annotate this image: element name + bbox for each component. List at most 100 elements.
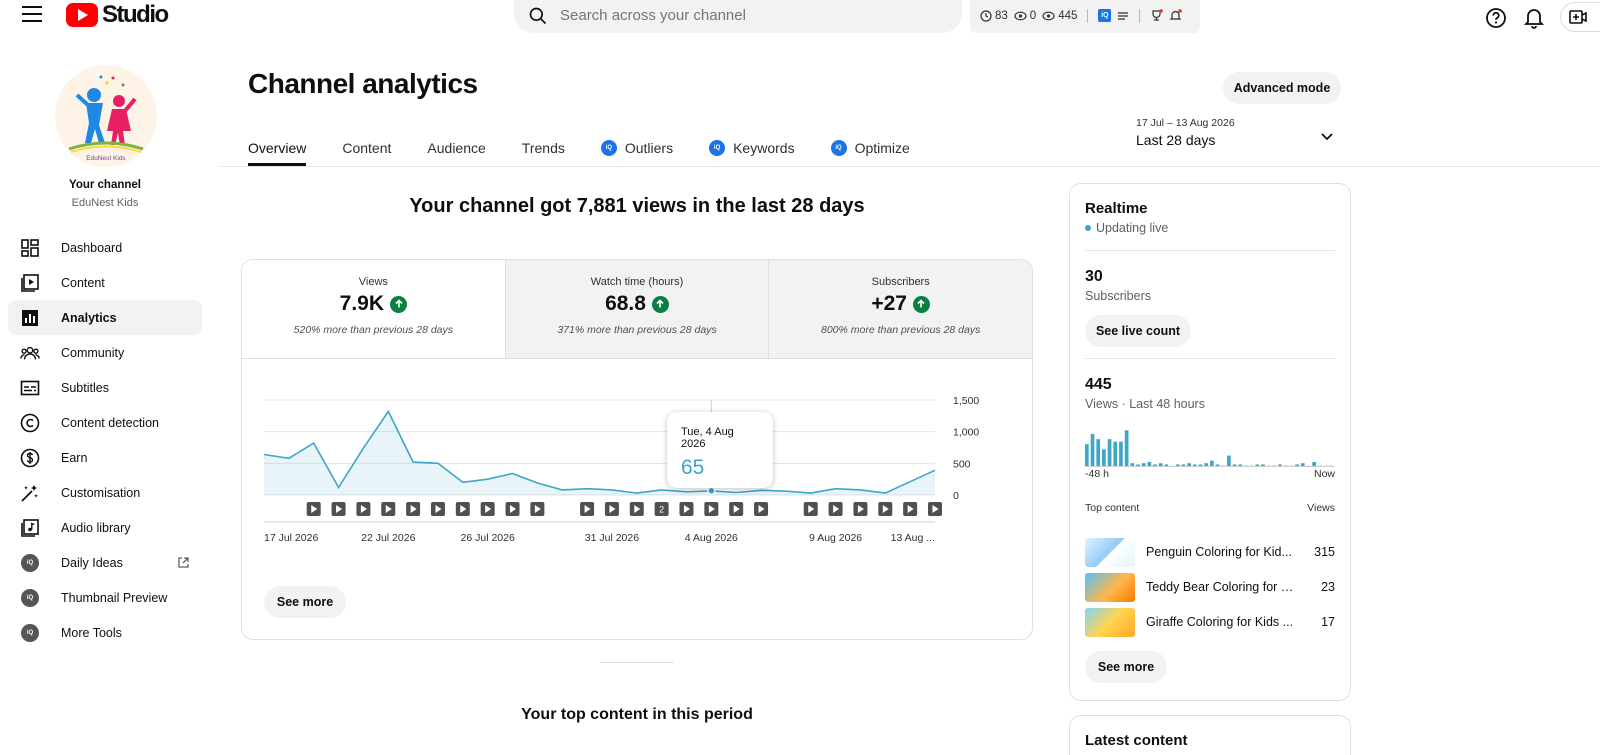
menu-icon[interactable] [22, 6, 42, 24]
realtime-subscribers-label: Subscribers [1085, 289, 1151, 303]
metric-watch-time[interactable]: Watch time (hours) 68.8 371% more than p… [504, 260, 769, 358]
trophy-icon[interactable] [1150, 9, 1164, 22]
video-thumbnail [1085, 537, 1135, 567]
tab-optimize[interactable]: iQ Optimize [830, 130, 910, 166]
realtime-bar [1227, 455, 1231, 467]
tab-label: Trends [521, 140, 565, 156]
realtime-see-more-button[interactable]: See more [1085, 651, 1167, 683]
sidebar-nav: Dashboard Content Analytics Community Su… [8, 230, 202, 650]
list-icon[interactable] [1117, 10, 1129, 22]
sidebar-item-more-tools[interactable]: iQ More Tools [8, 615, 202, 650]
video-title: Teddy Bear Coloring for Ki... [1146, 580, 1299, 594]
video-thumbnail [1085, 607, 1135, 637]
tab-audience[interactable]: Audience [427, 130, 485, 166]
live-label: Updating live [1096, 221, 1169, 235]
help-icon[interactable] [1484, 6, 1508, 30]
sidebar-item-label: Thumbnail Preview [61, 590, 168, 605]
video-views: 17 [1321, 615, 1335, 629]
arrow-up-icon [912, 295, 930, 313]
top-bar: Studio 83 0 445 iQ [0, 0, 1600, 33]
axis-start-label: -48 h [1085, 468, 1109, 480]
studio-logo[interactable]: Studio [66, 1, 169, 29]
chevron-down-icon[interactable] [1318, 128, 1336, 146]
vidiq-icon[interactable]: iQ [1098, 9, 1112, 22]
copyright-icon [20, 413, 40, 433]
sidebar-item-daily-ideas[interactable]: iQ Daily Ideas [8, 545, 202, 580]
section-divider [600, 662, 674, 663]
sidebar-item-label: Subtitles [61, 380, 109, 395]
list-item[interactable]: Penguin Coloring for Kid... 315 [1085, 537, 1335, 567]
chart-tooltip: Tue, 4 Aug 2026 65 [667, 412, 773, 488]
sidebar-item-customisation[interactable]: Customisation [8, 475, 202, 510]
realtime-bar [1113, 441, 1118, 467]
sidebar-item-earn[interactable]: Earn [8, 440, 202, 475]
community-icon [20, 343, 40, 363]
list-item[interactable]: Giraffe Coloring for Kids ... 17 [1085, 607, 1335, 637]
sidebar-item-label: Audio library [61, 520, 131, 535]
advanced-mode-button[interactable]: Advanced mode [1223, 72, 1341, 104]
metric-views[interactable]: Views 7.9K 520% more than previous 28 da… [242, 260, 505, 358]
vidiq-icon: iQ [21, 623, 39, 642]
stat-3-value: 445 [1058, 9, 1078, 22]
tab-keywords[interactable]: iQ Keywords [709, 130, 795, 166]
search-input[interactable] [560, 7, 920, 24]
y-tick-label: 0 [953, 490, 959, 502]
sidebar-item-content-detection[interactable]: Content detection [8, 405, 202, 440]
realtime-bar [1085, 444, 1089, 467]
sidebar-item-subtitles[interactable]: Subtitles [8, 370, 202, 405]
metric-subscribers[interactable]: Subscribers +27 800% more than previous … [768, 260, 1032, 358]
bell-alert-icon[interactable] [1169, 9, 1183, 22]
x-tick-label: 22 Jul 2026 [361, 532, 415, 544]
sidebar-item-label: Community [61, 345, 125, 360]
sidebar-item-thumbnail-preview[interactable]: iQ Thumbnail Preview [8, 580, 202, 615]
tab-trends[interactable]: Trends [522, 130, 565, 166]
channel-avatar[interactable]: EduNest Kids [55, 65, 157, 167]
views-area [264, 411, 935, 495]
tab-overview[interactable]: Overview [248, 130, 307, 166]
date-range-dates: 17 Jul – 13 Aug 2026 [1136, 117, 1235, 129]
x-tick-label: 13 Aug ... [891, 532, 935, 544]
sidebar-item-audio-library[interactable]: Audio library [8, 510, 202, 545]
channel-name[interactable]: EduNest Kids [0, 197, 210, 209]
vidiq-stats-bar[interactable]: 83 0 445 iQ [970, 0, 1200, 33]
sidebar-item-label: Content detection [61, 415, 159, 430]
your-channel-label: Your channel [69, 179, 141, 191]
tab-content[interactable]: Content [342, 130, 391, 166]
sidebar-item-label: Dashboard [61, 240, 123, 255]
y-tick-label: 500 [953, 458, 971, 470]
sidebar-item-analytics[interactable]: Analytics [8, 300, 202, 335]
video-title: Penguin Coloring for Kid... [1146, 545, 1292, 559]
x-tick-label: 17 Jul 2026 [264, 532, 318, 544]
sidebar-item-content[interactable]: Content [8, 265, 202, 300]
search-bar[interactable] [514, 0, 962, 33]
realtime-views-label: Views · Last 48 hours [1085, 397, 1205, 411]
views-chart[interactable]: 0 500 1,000 1,500 2 17 Jul 2026 22 Jul 2026 26 … [242, 360, 1033, 560]
list-item[interactable]: Teddy Bear Coloring for Ki... 23 [1085, 572, 1335, 602]
divider [1139, 8, 1141, 23]
metric-value: 68.8 [605, 292, 646, 315]
realtime-bar [1090, 434, 1095, 467]
channel-logo-image: EduNest Kids [55, 65, 157, 167]
notifications-icon[interactable] [1522, 6, 1546, 30]
sidebar-item-dashboard[interactable]: Dashboard [8, 230, 202, 265]
metric-delta: 520% more than previous 28 days [293, 324, 454, 336]
views-headline: Your channel got 7,881 views in the last… [409, 195, 865, 217]
realtime-views-value: 445 [1085, 376, 1112, 393]
video-views: 23 [1321, 580, 1335, 594]
views-stat-a: 0 [1014, 10, 1036, 22]
latest-content-title: Latest content [1085, 732, 1188, 749]
top-right-actions [1484, 2, 1600, 32]
create-button[interactable] [1560, 2, 1600, 32]
see-more-button[interactable]: See more [264, 586, 346, 618]
sidebar-item-community[interactable]: Community [8, 335, 202, 370]
tab-label: Audience [427, 140, 486, 156]
metric-label: Subscribers [871, 276, 930, 288]
views-column-label: Views [1307, 502, 1335, 514]
analytics-icon [20, 308, 40, 328]
date-range-picker[interactable]: 17 Jul – 13 Aug 2026 Last 28 days [1136, 117, 1235, 148]
tab-outliers[interactable]: iQ Outliers [600, 130, 673, 166]
see-live-count-button[interactable]: See live count [1085, 315, 1191, 347]
realtime-bar-chart[interactable] [1085, 429, 1335, 467]
sidebar-item-label: Analytics [61, 310, 117, 325]
top-content-header: Top content Views [1085, 502, 1335, 514]
